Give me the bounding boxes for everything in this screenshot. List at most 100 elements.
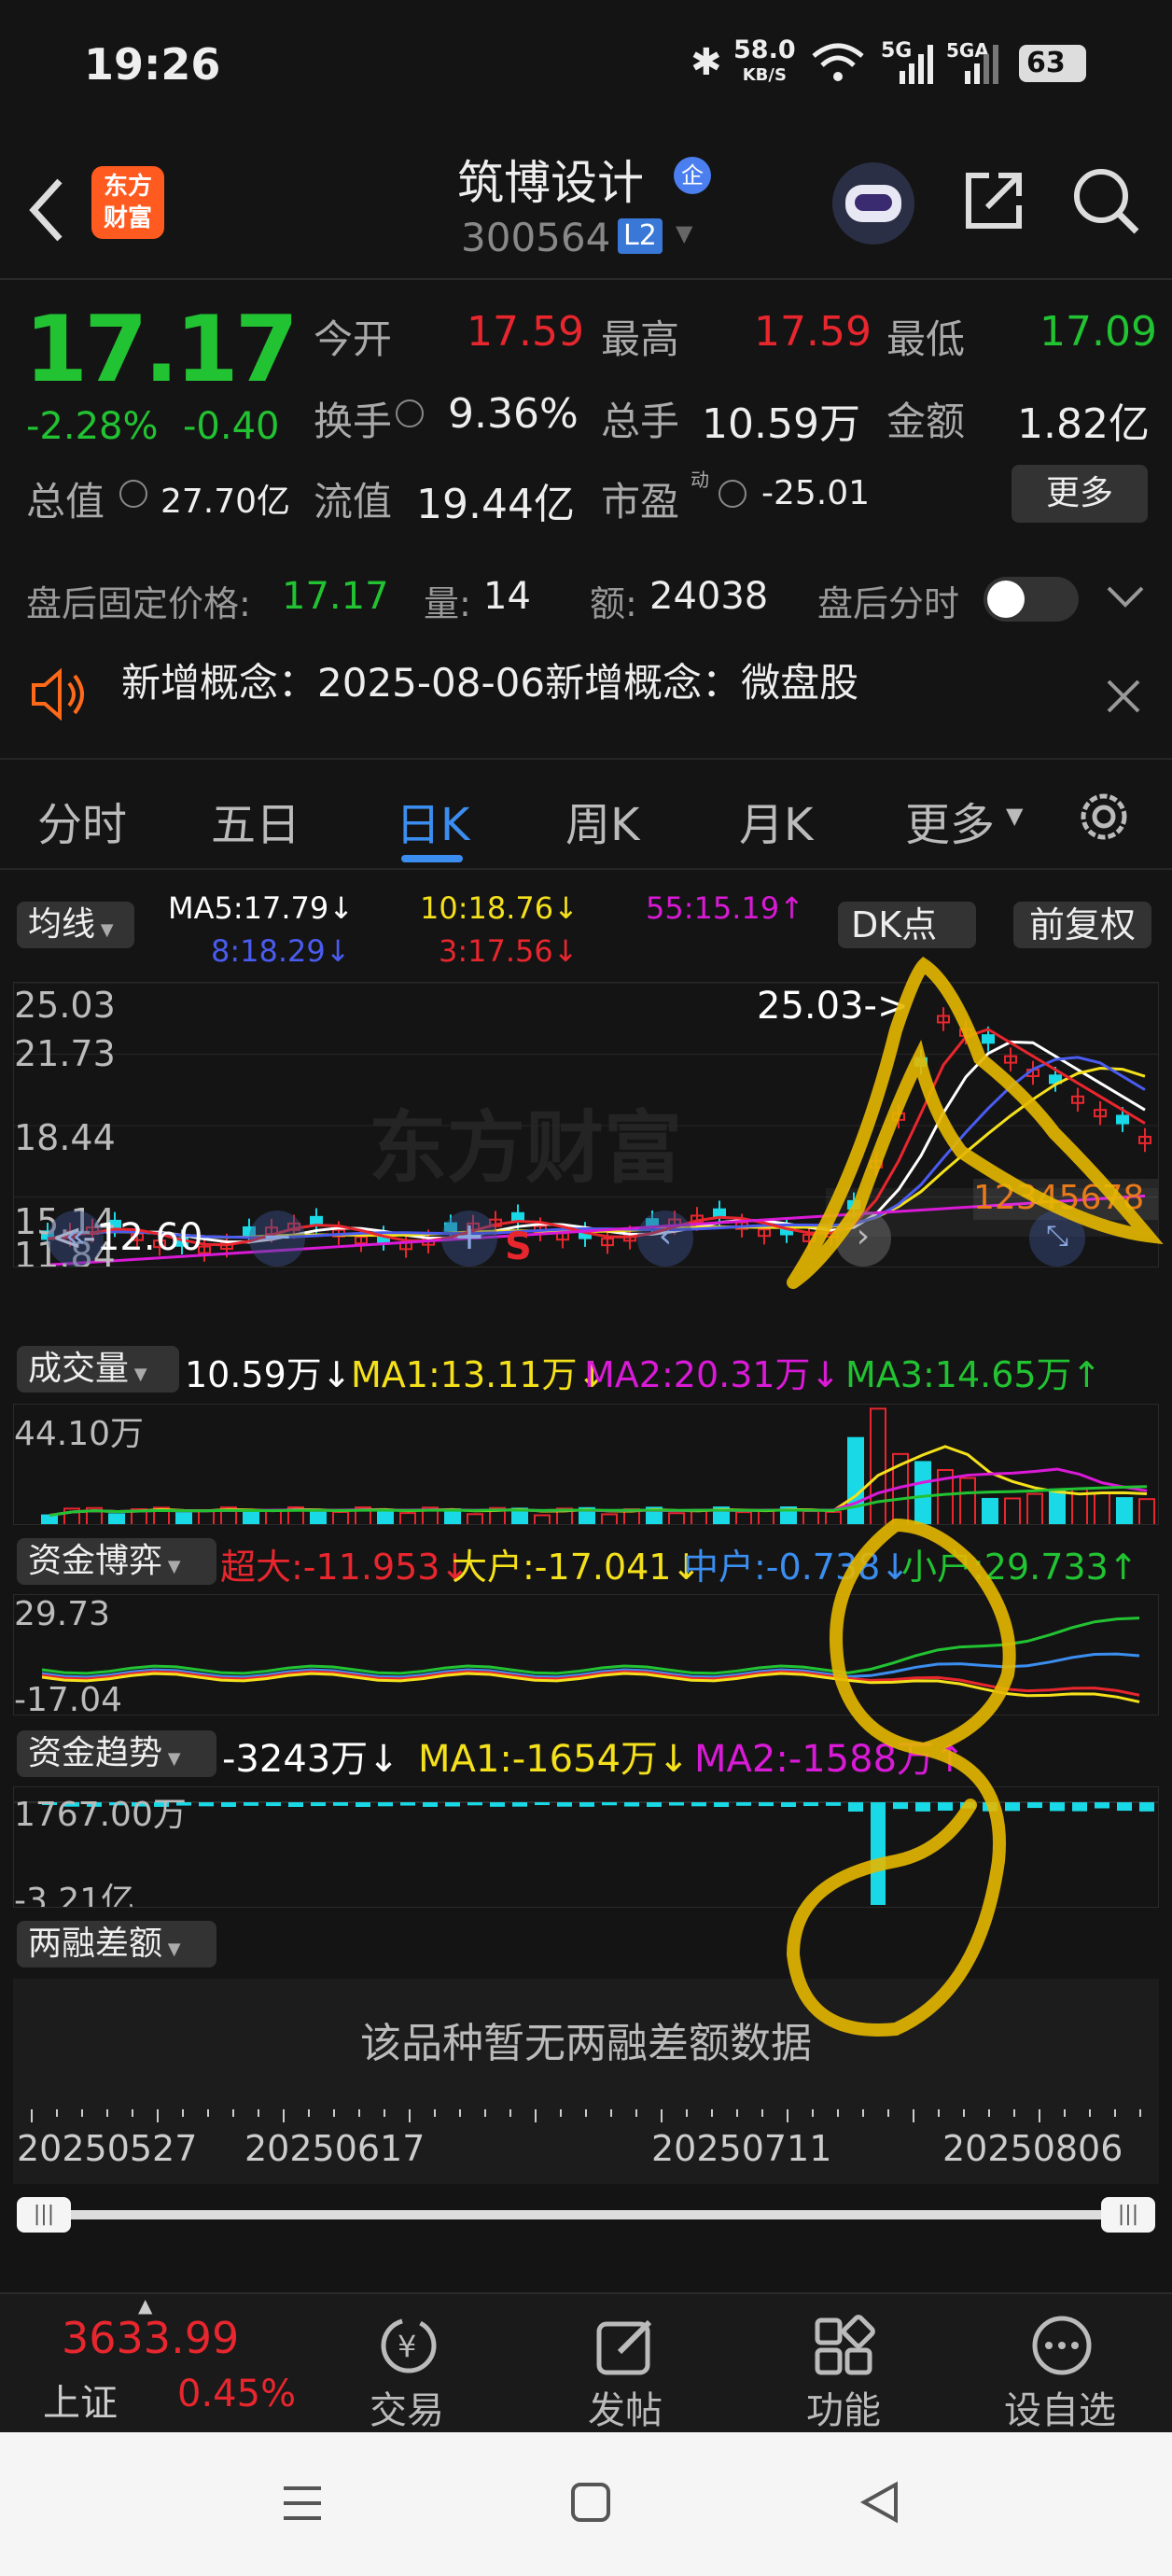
add-watchlist-icon[interactable] <box>1028 2315 1095 2376</box>
trade-icon[interactable]: ¥ <box>375 2315 442 2376</box>
volume-bar <box>1004 1497 1021 1524</box>
volume-bar <box>175 1512 192 1524</box>
nav-trade-label[interactable]: 交易 <box>370 2380 444 2434</box>
fund-trend-bar <box>400 1802 415 1806</box>
chevron-down-icon[interactable]: ▼ <box>676 220 692 246</box>
date-ticks <box>31 2109 1141 2122</box>
fund-trend-bar <box>647 1802 662 1807</box>
info-icon[interactable] <box>396 399 424 427</box>
fund-game-line <box>41 1652 1140 1679</box>
tab-more[interactable]: 更多 <box>905 788 995 853</box>
settings-gear-icon[interactable] <box>1073 786 1135 847</box>
fund-trend-bar <box>848 1802 863 1812</box>
turnover-value: 9.36% <box>448 390 579 438</box>
fund-game-chart[interactable]: 29.73 -17.04 <box>13 1594 1159 1715</box>
back-nav-icon[interactable] <box>857 2479 901 2526</box>
fund-trend-bar <box>1005 1802 1020 1812</box>
assistant-robot-icon[interactable] <box>832 162 914 245</box>
after-hours-toggle[interactable] <box>984 577 1079 622</box>
fund-super: 超大:-11.953↓ <box>220 1547 470 1588</box>
fund-trend-ma1: MA1:-1654万↓ <box>418 1738 690 1781</box>
fund-trend-bar <box>467 1802 482 1806</box>
fund-trend-chart[interactable]: 1767.00万 -3.21亿 <box>13 1786 1159 1908</box>
fund-trend-bar <box>378 1802 393 1807</box>
margin-selector[interactable]: 两融差额 ▼ <box>17 1921 216 1967</box>
close-icon[interactable] <box>1105 678 1142 715</box>
concept-notice[interactable]: 新增概念：2025-08-06新增概念：微盘股 <box>121 651 858 708</box>
fullscreen-icon[interactable]: ⤡ <box>1029 1211 1085 1267</box>
step-left-icon[interactable]: ‹ <box>637 1211 693 1267</box>
candle-body <box>310 1215 323 1225</box>
mktcap-info-icon[interactable] <box>119 480 147 508</box>
volume-ma1: MA1:13.11万↓ <box>351 1354 607 1395</box>
nav-functions-label[interactable]: 功能 <box>806 2380 881 2434</box>
range-slider-left-handle[interactable]: ||| <box>17 2197 71 2233</box>
dk-point-button[interactable]: DK点 <box>838 902 976 948</box>
expand-chevron-icon[interactable] <box>1105 582 1146 612</box>
post-icon[interactable] <box>593 2315 659 2376</box>
tab-daily-k[interactable]: 日K <box>396 788 469 853</box>
adjust-button[interactable]: 前复权 <box>1013 902 1151 948</box>
fund-trend-bar <box>602 1802 617 1806</box>
zoom-in-icon[interactable]: + <box>441 1211 497 1267</box>
index-name: 上证 <box>43 2382 118 2425</box>
system-nav-bar <box>0 2432 1172 2576</box>
volume-bar <box>1049 1488 1066 1524</box>
signal-icon-2 <box>965 45 998 84</box>
search-icon[interactable] <box>1071 166 1142 237</box>
low-label: 最低 <box>886 316 966 362</box>
fund-game-y-bottom: -17.04 <box>14 1681 123 1715</box>
menu-icon[interactable] <box>280 2483 325 2524</box>
change-pct: -2.28% <box>26 405 159 448</box>
high-marker: 25.03-> <box>757 985 909 1028</box>
pe-info-icon[interactable] <box>719 480 746 508</box>
volume-bar <box>1094 1492 1110 1524</box>
ma-selector[interactable]: 均线 ▼ <box>17 902 134 948</box>
fund-trend-bar <box>1072 1802 1087 1812</box>
volume-selector[interactable]: 成交量 ▼ <box>17 1346 179 1393</box>
status-bar: 19:26 ✱ 58.0 KB/S 5G 5GA 63 <box>0 0 1172 131</box>
tab-monthly-k[interactable]: 月K <box>739 788 813 853</box>
speaker-icon <box>32 667 84 721</box>
fund-trend-y-top: 1767.00万 <box>14 1796 187 1834</box>
home-icon[interactable] <box>569 2481 612 2524</box>
functions-icon[interactable] <box>812 2315 877 2376</box>
volume-latest: 10.59万↓ <box>185 1354 352 1395</box>
volume-chart[interactable]: 44.10万 <box>13 1404 1159 1525</box>
fund-trend-bar <box>871 1802 886 1905</box>
stock-name: 筑博设计 <box>457 156 644 210</box>
volume-bar <box>310 1509 327 1524</box>
legend-ma8: 8:18.29↓ <box>211 933 351 969</box>
fund-game-y-top: 29.73 <box>14 1595 111 1633</box>
step-right-icon[interactable]: › <box>835 1211 891 1267</box>
volume-bar <box>982 1497 998 1524</box>
volume-bar <box>332 1510 349 1524</box>
more-button[interactable]: 更多 <box>1012 465 1148 523</box>
l2-badge[interactable]: L2 <box>618 218 663 254</box>
tab-5day[interactable]: 五日 <box>211 788 300 853</box>
after-vol-value: 14 <box>483 575 531 618</box>
share-icon[interactable] <box>961 168 1026 233</box>
fund-game-line <box>41 1670 1140 1697</box>
index-value[interactable]: 3633.99 <box>62 2313 239 2363</box>
candle-body <box>713 1208 726 1218</box>
range-slider-right-handle[interactable]: ||| <box>1101 2197 1155 2233</box>
volume-bar <box>691 1508 707 1524</box>
nav-post-label[interactable]: 发帖 <box>588 2380 663 2434</box>
tab-weekly-k[interactable]: 周K <box>565 788 639 853</box>
fund-trend-bar <box>893 1802 908 1810</box>
zoom-out-icon[interactable]: − <box>249 1211 305 1267</box>
fund-game-selector[interactable]: 资金博弈 ▼ <box>17 1538 216 1585</box>
nav-watchlist-label[interactable]: 设自选 <box>1004 2380 1116 2434</box>
tab-intraday[interactable]: 分时 <box>37 788 127 853</box>
date-axis: 20250527 20250617 20250711 20250806 <box>13 2109 1159 2184</box>
kline-chart[interactable]: 东方财富 25.03 21.73 18.44 15.14 11.84 25.03… <box>13 982 1159 1267</box>
range-slider-track[interactable] <box>21 2210 1151 2219</box>
volume-bar <box>377 1508 394 1524</box>
fund-trend-bar <box>221 1802 236 1807</box>
back-icon[interactable] <box>26 177 67 243</box>
date-label-2: 20250711 <box>651 2128 832 2169</box>
fund-trend-selector[interactable]: 资金趋势 ▼ <box>17 1730 216 1777</box>
scroll-left-icon[interactable]: « <box>48 1211 104 1267</box>
clock: 19:26 <box>84 39 221 90</box>
